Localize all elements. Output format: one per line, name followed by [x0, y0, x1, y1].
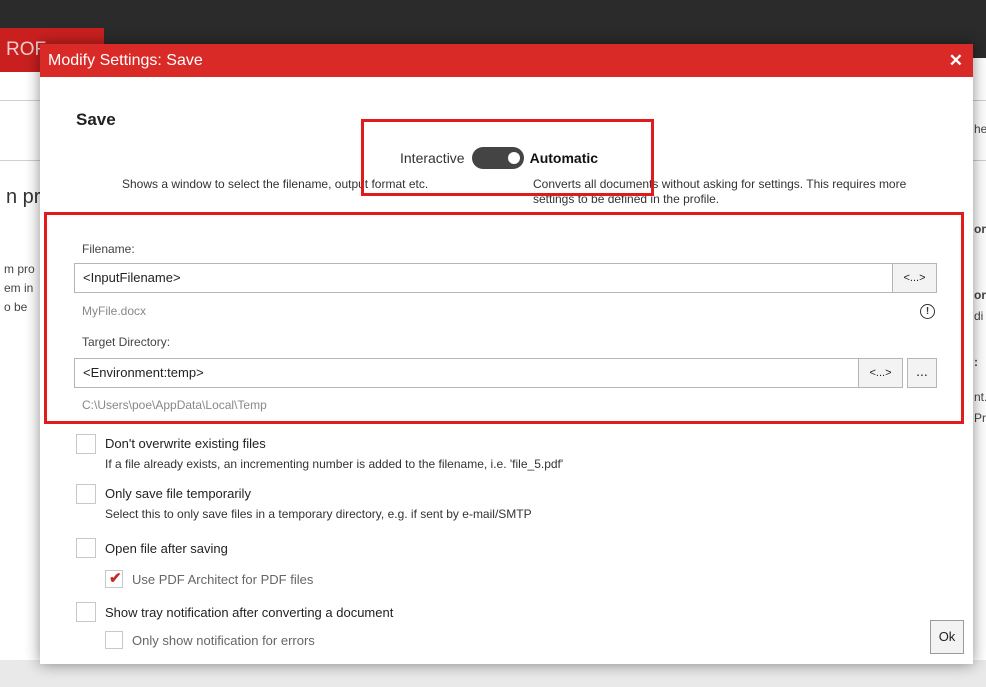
- dont-overwrite-label[interactable]: Don't overwrite existing files: [105, 436, 266, 451]
- checkmark-icon: ✔: [109, 570, 122, 587]
- bg-fragment: di: [974, 309, 984, 323]
- save-temporarily-label[interactable]: Only save file temporarily: [105, 486, 251, 501]
- bg-fragment: or: [974, 222, 986, 236]
- dont-overwrite-description: If a file already exists, an incrementin…: [105, 457, 564, 471]
- use-pdf-architect-checkbox[interactable]: ✔: [105, 570, 123, 588]
- save-temporarily-checkbox[interactable]: [76, 484, 96, 504]
- save-temporarily-description: Select this to only save files in a temp…: [105, 507, 532, 521]
- errors-only-label[interactable]: Only show notification for errors: [132, 633, 315, 648]
- dialog-title: Modify Settings: Save: [48, 52, 203, 69]
- use-pdf-architect-label[interactable]: Use PDF Architect for PDF files: [132, 572, 313, 587]
- dont-overwrite-checkbox[interactable]: [76, 434, 96, 454]
- open-after-saving-label[interactable]: Open file after saving: [105, 541, 228, 556]
- bg-fragment: o be: [4, 300, 28, 314]
- bg-fragment: he: [974, 122, 986, 136]
- bg-fragment: em in: [4, 281, 34, 295]
- bg-fragment: n pr: [6, 186, 41, 208]
- annotation-highlight: [361, 119, 654, 196]
- ok-button[interactable]: Ok: [930, 620, 964, 654]
- bg-fragment: m pro: [4, 262, 35, 276]
- close-icon[interactable]: ✕: [949, 44, 963, 77]
- errors-only-checkbox[interactable]: [105, 631, 123, 649]
- bg-fragment: nt.: [974, 390, 986, 404]
- bg-fragment: :: [974, 355, 978, 369]
- bg-bottom-bar: [0, 660, 986, 687]
- dialog-titlebar: Modify Settings: Save ✕: [40, 44, 973, 77]
- tray-notification-label[interactable]: Show tray notification after converting …: [105, 605, 393, 620]
- section-heading: Save: [76, 110, 116, 129]
- bg-fragment: or: [974, 288, 986, 302]
- tray-notification-checkbox[interactable]: [76, 602, 96, 622]
- open-after-saving-checkbox[interactable]: [76, 538, 96, 558]
- bg-fragment: Pr: [974, 411, 986, 425]
- annotation-highlight: [44, 212, 964, 424]
